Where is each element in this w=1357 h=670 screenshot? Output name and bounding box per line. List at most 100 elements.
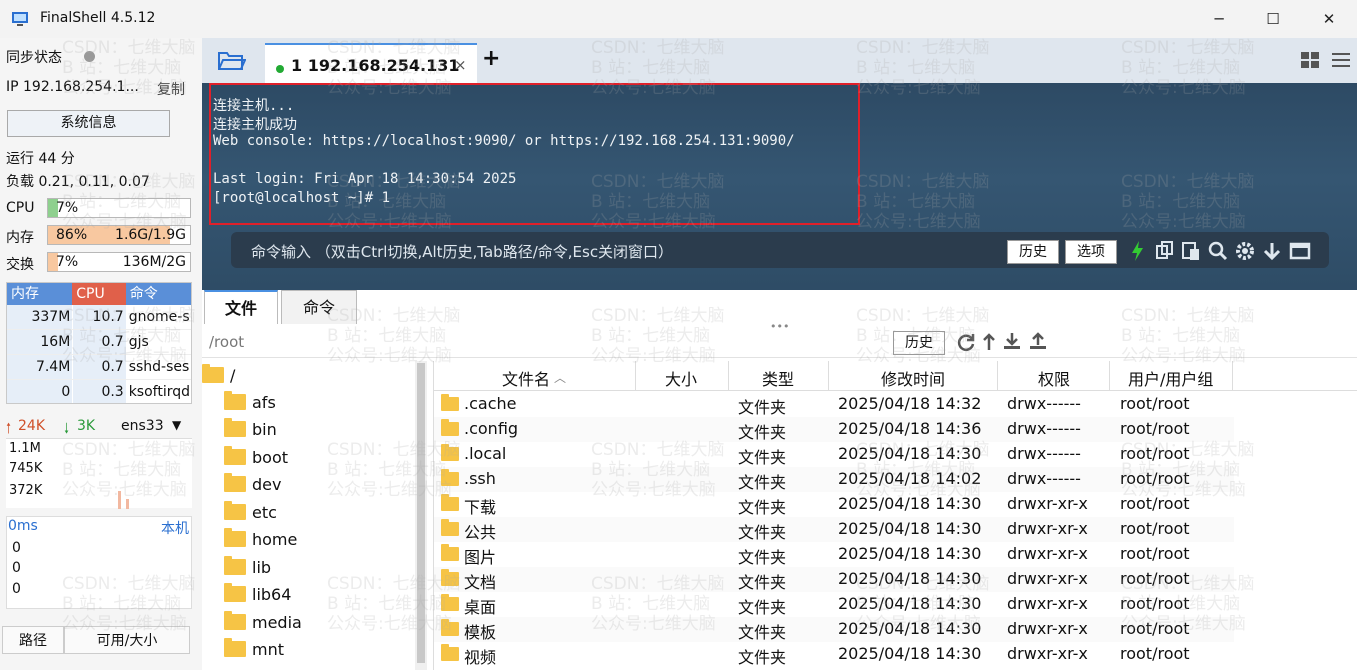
tab-session[interactable]: 1 192.168.254.131 × — [265, 43, 477, 83]
process-header-memory[interactable]: 内存 — [7, 283, 73, 305]
add-tab-button[interactable]: + — [482, 46, 500, 71]
maximize-button[interactable]: ☐ — [1246, 0, 1300, 38]
column-divider[interactable] — [1109, 361, 1110, 391]
file-row[interactable]: .ssh 文件夹 2025/04/18 14:02 drwx------ root/ro… — [434, 467, 1234, 492]
column-header-mtime[interactable]: 修改时间 — [881, 366, 945, 390]
tab-path[interactable]: 路径 — [2, 626, 64, 654]
layout-grid-icon[interactable] — [1300, 51, 1320, 69]
process-memory: 7.4M — [7, 355, 73, 379]
column-divider[interactable] — [635, 361, 636, 391]
tree-item[interactable]: media — [224, 610, 302, 634]
tree-item[interactable]: boot — [224, 445, 288, 469]
paste-icon[interactable] — [1180, 240, 1202, 262]
column-header-type[interactable]: 类型 — [762, 366, 794, 390]
command-input-bar[interactable]: 命令输入 （双击Ctrl切换,Alt历史,Tab路径/命令,Esc关闭窗口） 历… — [231, 232, 1329, 268]
terminal-line: 连接主机... — [213, 98, 295, 114]
command-input-hint[interactable]: 命令输入 （双击Ctrl切换,Alt历史,Tab路径/命令,Esc关闭窗口） — [251, 241, 673, 262]
parent-dir-icon[interactable] — [982, 332, 996, 352]
file-type: 文件夹 — [738, 523, 787, 542]
gear-icon[interactable] — [1234, 240, 1256, 262]
file-perm: drwx------ — [1007, 469, 1081, 488]
tree-item[interactable]: lib — [224, 555, 271, 579]
ping-host[interactable]: 本机 — [161, 518, 189, 538]
file-row[interactable]: 模板 文件夹 2025/04/18 14:30 drwxr-xr-x root/root — [434, 617, 1234, 642]
tree-item[interactable]: mnt — [224, 637, 284, 661]
close-button[interactable]: ✕ — [1302, 0, 1356, 38]
folder-link-icon — [224, 556, 246, 575]
process-row[interactable]: 337M 10.7 gnome-s — [7, 305, 191, 330]
column-divider[interactable] — [828, 361, 829, 391]
minimize-button[interactable]: ─ — [1192, 0, 1246, 38]
file-row[interactable]: .local 文件夹 2025/04/18 14:30 drwx------ root/… — [434, 442, 1234, 467]
column-divider[interactable] — [728, 361, 729, 391]
close-tab-button[interactable]: × — [454, 56, 467, 74]
file-mtime: 2025/04/18 14:30 — [838, 594, 982, 613]
file-type: 文件夹 — [738, 473, 787, 492]
process-header-command[interactable]: 命令 — [125, 283, 191, 305]
scrollbar-thumb[interactable] — [417, 363, 425, 663]
folder-icon — [224, 638, 246, 657]
copy-icon[interactable] — [1154, 240, 1176, 262]
lightning-icon[interactable] — [1127, 240, 1149, 262]
uptime-label: 运行 44 分 — [6, 151, 75, 167]
file-row[interactable]: 公共 文件夹 2025/04/18 14:30 drwxr-xr-x root/root — [434, 517, 1234, 542]
path-input[interactable]: /root — [209, 333, 244, 351]
column-divider[interactable] — [997, 361, 998, 391]
file-row[interactable]: 文档 文件夹 2025/04/18 14:30 drwxr-xr-x root/root — [434, 567, 1234, 592]
file-row[interactable]: 下载 文件夹 2025/04/18 14:30 drwxr-xr-x root/root — [434, 492, 1234, 517]
column-divider[interactable] — [1232, 361, 1233, 391]
process-cpu: 0.3 — [72, 380, 126, 403]
column-header-permission[interactable]: 权限 — [1038, 366, 1070, 390]
memory-percent: 86% — [56, 227, 88, 243]
file-row[interactable]: 桌面 文件夹 2025/04/18 14:30 drwxr-xr-x root/root — [434, 592, 1234, 617]
tab-free-size[interactable]: 可用/大小 — [64, 626, 190, 654]
tree-item[interactable]: etc — [224, 500, 277, 524]
column-header-name[interactable]: 文件名 — [502, 366, 550, 390]
file-row[interactable]: 视频 文件夹 2025/04/18 14:30 drwxr-xr-x root/root — [434, 642, 1234, 667]
terminal[interactable]: 连接主机... 连接主机成功 Web console: https://loca… — [202, 83, 1357, 323]
copy-ip-button[interactable]: 复制 — [157, 79, 185, 99]
open-folder-icon[interactable] — [216, 48, 246, 72]
sync-status-label: 同步状态 — [6, 50, 62, 66]
chevron-down-icon[interactable]: ▼ — [172, 418, 181, 432]
tree-item[interactable]: bin — [224, 417, 277, 441]
column-header-owner[interactable]: 用户/用户组 — [1128, 366, 1213, 390]
arrow-down-icon[interactable] — [1261, 240, 1283, 262]
tree-scrollbar[interactable] — [415, 361, 427, 670]
network-interface-select[interactable]: ens33 — [121, 418, 164, 434]
file-row[interactable]: .cache 文件夹 2025/04/18 14:32 drwx------ root/… — [434, 392, 1234, 417]
process-table-header: 内存 CPU 命令 — [7, 283, 191, 305]
upload-icon[interactable] — [1028, 331, 1048, 351]
tree-item-root[interactable]: / — [202, 363, 235, 387]
refresh-icon[interactable] — [956, 332, 976, 352]
network-traffic-bar — [126, 499, 129, 509]
process-header-cpu[interactable]: CPU — [72, 283, 126, 305]
system-info-button[interactable]: 系统信息 — [7, 110, 170, 137]
options-button[interactable]: 选项 — [1065, 240, 1117, 264]
process-row[interactable]: 0 0.3 ksoftirqd — [7, 380, 191, 403]
file-owner: root/root — [1120, 469, 1190, 488]
tree-item[interactable]: lib64 — [224, 582, 291, 606]
file-type: 文件夹 — [738, 498, 787, 517]
tree-item[interactable]: home — [224, 527, 297, 551]
file-row[interactable]: .config 文件夹 2025/04/18 14:36 drwx------ root… — [434, 417, 1234, 442]
menu-icon[interactable] — [1331, 51, 1351, 69]
tree-item[interactable]: afs — [224, 390, 276, 414]
path-history-button[interactable]: 历史 — [893, 331, 945, 355]
file-row[interactable]: 图片 文件夹 2025/04/18 14:30 drwxr-xr-x root/root — [434, 542, 1234, 567]
tab-commands[interactable]: 命令 — [281, 290, 357, 324]
tab-files[interactable]: 文件 — [204, 290, 278, 324]
process-row[interactable]: 16M 0.7 gjs — [7, 330, 191, 355]
tree-item[interactable]: dev — [224, 472, 281, 496]
process-command: sshd-ses — [128, 359, 190, 375]
download-icon[interactable] — [1002, 331, 1022, 351]
window-icon[interactable] — [1289, 240, 1311, 262]
memory-meter-row: 内存 86% 1.6G/1.9G — [0, 225, 196, 247]
folder-icon — [441, 644, 459, 661]
search-icon[interactable] — [1207, 240, 1229, 262]
history-button[interactable]: 历史 — [1007, 240, 1059, 264]
connection-status-dot-icon — [276, 65, 284, 73]
memory-value: 1.6G/1.9G — [115, 227, 186, 243]
process-row[interactable]: 7.4M 0.7 sshd-ses — [7, 355, 191, 380]
column-header-size[interactable]: 大小 — [665, 366, 697, 390]
